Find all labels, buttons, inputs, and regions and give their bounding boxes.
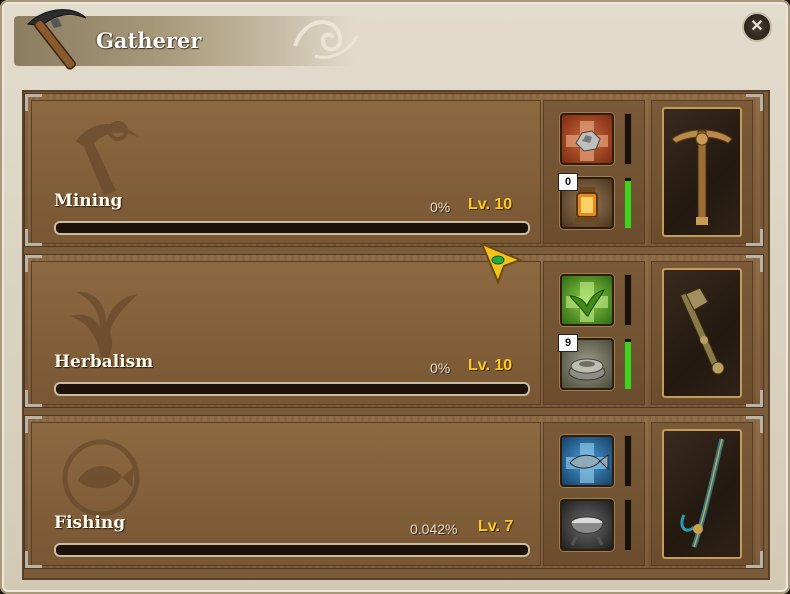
- mortar-slot[interactable]: 9: [558, 334, 614, 390]
- title-ornament: [293, 20, 359, 59]
- pickaxe-icon: [26, 9, 87, 70]
- herb-emblem-icon: [70, 291, 138, 358]
- cooking-pot-slot[interactable]: [560, 499, 614, 551]
- xp-progress-bar: [54, 221, 530, 235]
- tool-slot: [651, 261, 753, 405]
- mortar-gauge: [624, 338, 632, 390]
- skill-info: Fishing 0.042% Lv. 7: [31, 422, 541, 566]
- xp-progress-bar: [54, 543, 530, 557]
- herb-boost-slot[interactable]: [560, 274, 614, 326]
- herb-sickle-card[interactable]: [662, 268, 742, 398]
- fish-boost-icon: [566, 443, 609, 483]
- frame-corner: [746, 416, 763, 433]
- boost-slots: 9: [543, 261, 645, 405]
- frame-corner: [25, 551, 42, 568]
- fishing-rod-icon: [680, 438, 725, 548]
- frame-corner: [25, 255, 42, 272]
- fish-boost-gauge: [624, 435, 632, 487]
- skill-level: Lv. 7: [478, 518, 514, 535]
- fish-boost-slot[interactable]: [560, 435, 614, 487]
- herb-boost-gauge: [624, 274, 632, 326]
- close-button[interactable]: ✕: [742, 12, 772, 42]
- gatherer-window: Gatherer ✕ Mining 0% Lv. 10 0 Herbalism …: [0, 0, 790, 594]
- ornate-pickaxe-card[interactable]: [662, 107, 742, 237]
- progress-percent: 0%: [430, 199, 451, 215]
- skill-name: Mining: [54, 191, 123, 211]
- cooking-pot-gauge: [624, 499, 632, 551]
- ore-boost-icon: [566, 121, 608, 161]
- herb-sickle-icon: [679, 287, 725, 375]
- skill-row-herbalism: Herbalism 0% Lv. 10 9: [24, 254, 764, 408]
- cooking-pot-icon: [570, 516, 604, 546]
- item-count-badge: 9: [558, 334, 578, 352]
- frame-corner: [25, 390, 42, 407]
- ore-boost-gauge: [624, 113, 632, 165]
- skill-info: Mining 0% Lv. 10: [31, 100, 541, 244]
- frame-corner: [25, 416, 42, 433]
- pickaxe-emblem-icon: [76, 121, 138, 195]
- ornate-pickaxe-icon: [671, 129, 733, 225]
- progress-percent: 0.042%: [410, 521, 458, 537]
- boost-slots: [543, 422, 645, 566]
- skill-name: Fishing: [54, 513, 126, 533]
- frame-corner: [25, 94, 42, 111]
- lantern-slot[interactable]: 0: [558, 173, 614, 229]
- boost-slots: 0: [543, 100, 645, 244]
- fish-emblem-icon: [62, 439, 140, 517]
- frame-corner: [746, 390, 763, 407]
- frame-corner: [746, 94, 763, 111]
- skill-level: Lv. 10: [468, 196, 513, 213]
- skill-level: Lv. 10: [468, 357, 513, 374]
- tool-slot: [651, 422, 753, 566]
- herb-boost-icon: [566, 282, 608, 322]
- mouse-cursor-icon: [480, 242, 523, 285]
- frame-corner: [746, 255, 763, 272]
- progress-percent: 0%: [430, 360, 451, 376]
- frame-corner: [25, 229, 42, 246]
- tool-slot: [651, 100, 753, 244]
- item-count-badge: 0: [558, 173, 578, 191]
- ore-boost-slot[interactable]: [560, 113, 614, 165]
- fishing-rod-card[interactable]: [662, 429, 742, 559]
- skill-info: Herbalism 0% Lv. 10: [31, 261, 541, 405]
- skill-row-fishing: Fishing 0.042% Lv. 7: [24, 415, 764, 569]
- lantern-gauge: [624, 177, 632, 229]
- xp-progress-bar: [54, 382, 530, 396]
- window-title: Gatherer: [96, 28, 202, 53]
- skill-name: Herbalism: [54, 352, 154, 372]
- frame-corner: [746, 229, 763, 246]
- frame-corner: [746, 551, 763, 568]
- skill-row-mining: Mining 0% Lv. 10 0: [24, 93, 764, 247]
